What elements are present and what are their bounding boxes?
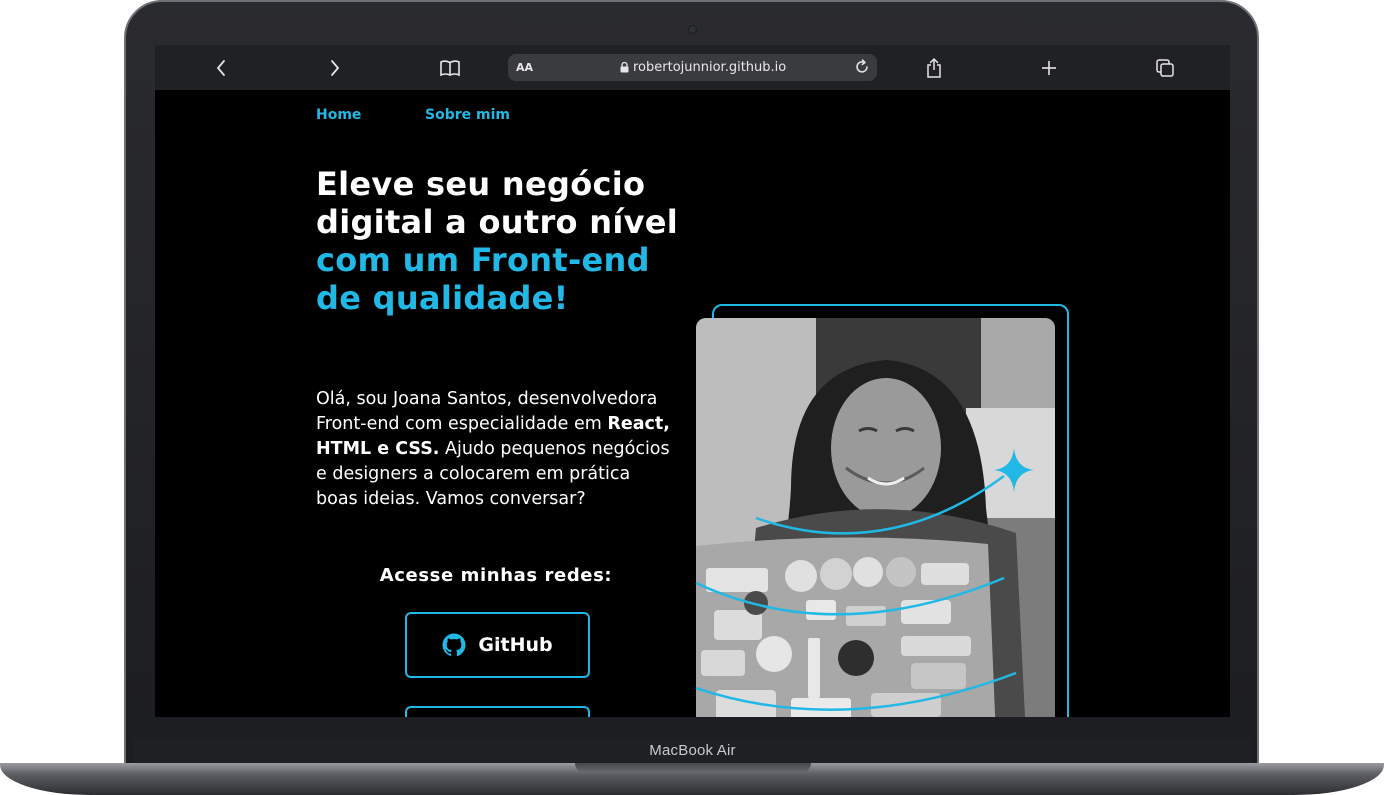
url-text: robertojunnior.github.io [633,60,787,75]
forward-button[interactable] [315,45,355,90]
back-button[interactable] [201,45,241,90]
lock-icon [620,62,629,73]
headline-accent: com um Front-end de qualidade! [316,241,650,317]
text-size-button[interactable]: AA [516,54,533,81]
hero-headline: Eleve seu negócio digital a outro nível … [316,165,696,317]
address-url: robertojunnior.github.io [620,54,786,81]
nav-link-home[interactable]: Home [316,107,361,123]
laptop-screen: AA robertojunnior.github.io Home Sobre m… [155,45,1230,717]
reload-button[interactable] [853,58,871,81]
github-icon [442,633,466,657]
portrait-photo [696,318,1055,717]
book-icon [440,59,460,76]
tabs-button[interactable] [1145,45,1185,90]
chevron-right-icon [331,59,340,76]
bookmarks-button[interactable] [430,45,470,90]
address-bar[interactable]: AA robertojunnior.github.io [508,54,877,81]
camera-icon [689,26,696,33]
laptop-chin: MacBook Air [133,738,1252,764]
web-page: Home Sobre mim Eleve seu negócio digital… [155,90,1230,717]
browser-toolbar: AA robertojunnior.github.io [155,45,1230,90]
github-button-label: GitHub [478,634,553,656]
github-button[interactable]: GitHub [405,612,590,678]
headline-main: Eleve seu negócio digital a outro nível [316,165,679,241]
reload-icon [856,59,868,73]
hero-intro: Olá, sou Joana Santos, desenvolvedora Fr… [316,387,676,512]
plus-icon [1042,60,1056,75]
chevron-left-icon [216,59,225,76]
share-button[interactable] [914,45,954,90]
device-label: MacBook Air [649,742,736,759]
portrait-illustration [696,318,1055,717]
nav-link-sobre-mim[interactable]: Sobre mim [425,107,510,123]
networks-title: Acesse minhas redes: [379,565,613,586]
laptop-notch [575,763,811,773]
share-icon [927,57,941,78]
new-tab-button[interactable] [1029,45,1069,90]
second-social-button[interactable] [405,706,590,717]
tabs-icon [1156,58,1174,77]
